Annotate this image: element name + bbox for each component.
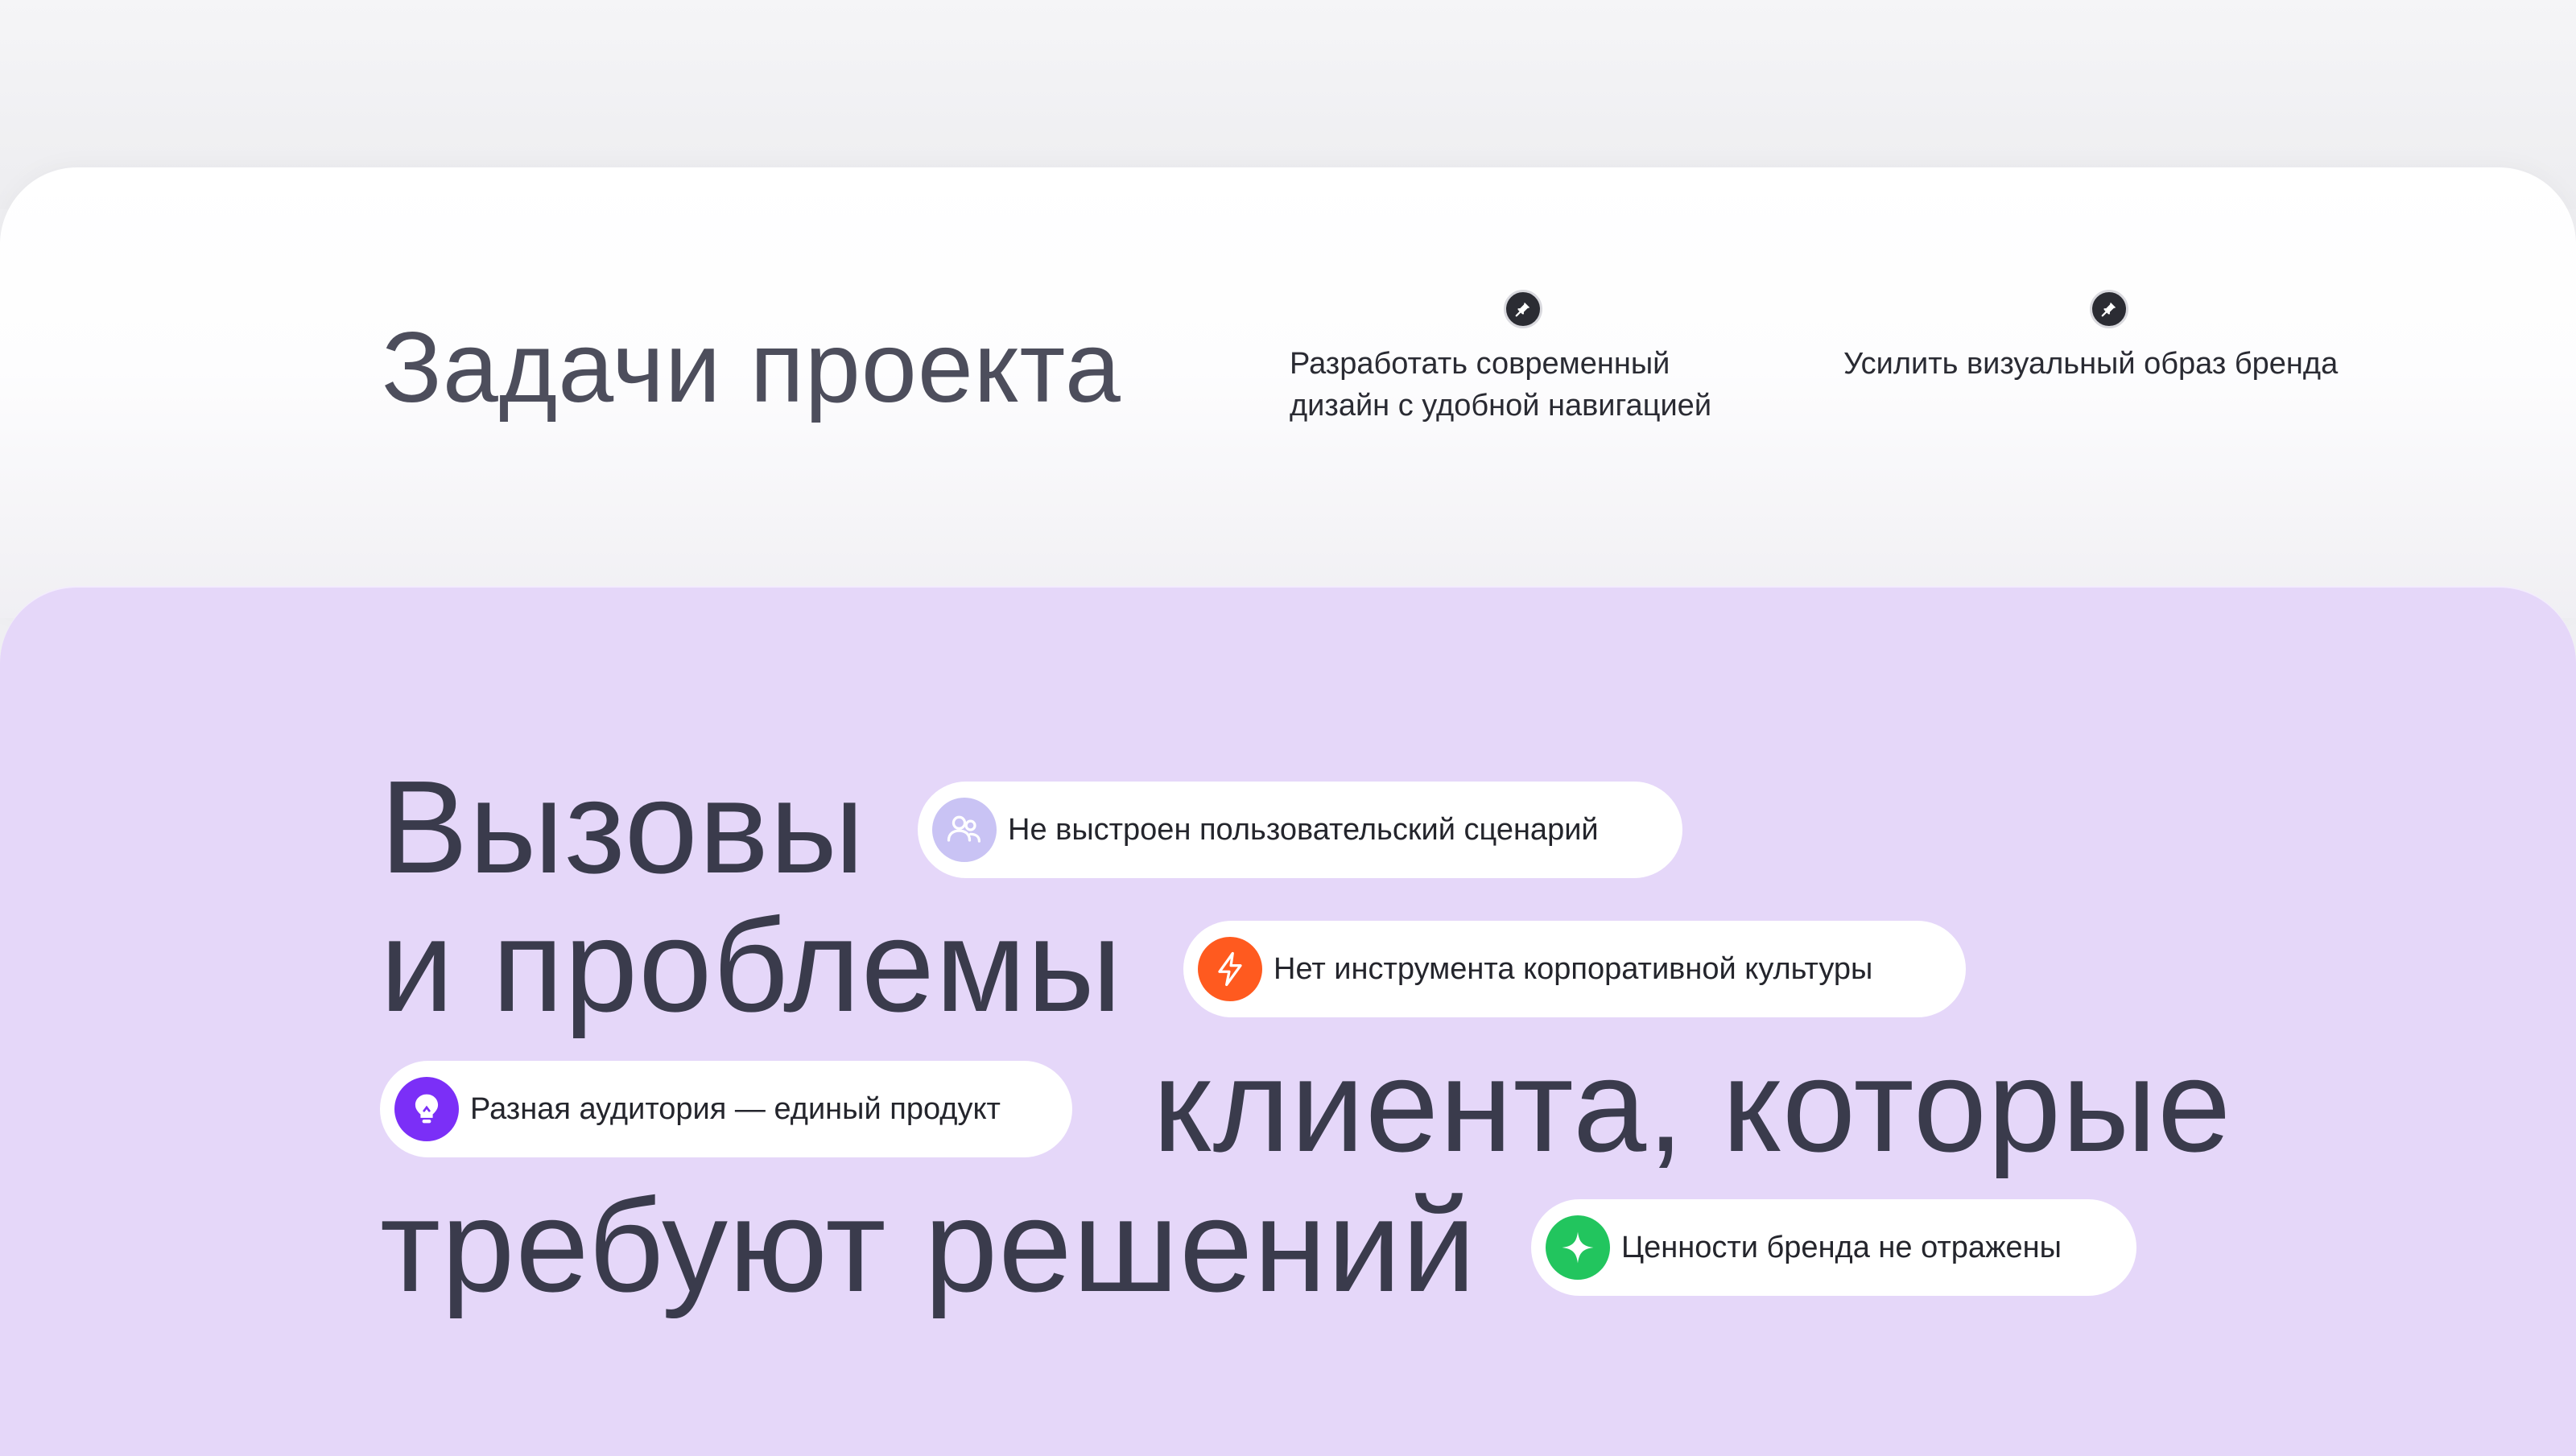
lightbulb-icon: [394, 1077, 459, 1141]
users-icon: [932, 798, 997, 862]
task-text: Разработать современный дизайн с удобной…: [1290, 347, 1712, 423]
challenges-heading-line-4: требуют решений: [380, 1172, 1477, 1319]
challenges-heading-line-2: и проблемы: [380, 892, 1123, 1039]
task-text: Усилить визуальный образ бренда: [1843, 347, 2339, 381]
lightning-icon: [1198, 937, 1262, 1001]
challenge-pill-audience: Разная аудитория — единый продукт: [380, 1061, 1072, 1157]
pin-icon-glyph: [1515, 302, 1530, 317]
challenge-pill-text: Нет инструмента корпоративной культуры: [1274, 951, 1873, 986]
challenge-pill-text: Не выстроен пользовательский сценарий: [1008, 812, 1599, 847]
challenge-pill-text: Разная аудитория — единый продукт: [470, 1091, 1001, 1126]
challenge-pill-text: Ценности бренда не отражены: [1621, 1230, 2062, 1264]
challenges-heading-line-3: клиента, которые: [1153, 1032, 2232, 1179]
lightning-icon-glyph: [1218, 951, 1242, 987]
lightbulb-icon-glyph: [415, 1094, 439, 1124]
users-icon-glyph: [947, 815, 981, 843]
challenge-pill-user-scenario: Не выстроен пользовательский сценарий: [918, 782, 1682, 878]
pin-icon: [1504, 290, 1542, 328]
challenge-pill-brand-values: Ценности бренда не отражены: [1531, 1199, 2136, 1296]
tasks-title: Задачи проекта: [382, 312, 1121, 423]
sparkle-icon: [1546, 1215, 1610, 1280]
pin-icon: [2090, 290, 2128, 328]
sparkle-icon-glyph: [1562, 1231, 1594, 1264]
challenge-pill-corporate-culture: Нет инструмента корпоративной культуры: [1183, 921, 1966, 1017]
pin-icon-glyph: [2101, 302, 2116, 317]
challenges-heading-line-1: Вызовы: [380, 753, 865, 901]
